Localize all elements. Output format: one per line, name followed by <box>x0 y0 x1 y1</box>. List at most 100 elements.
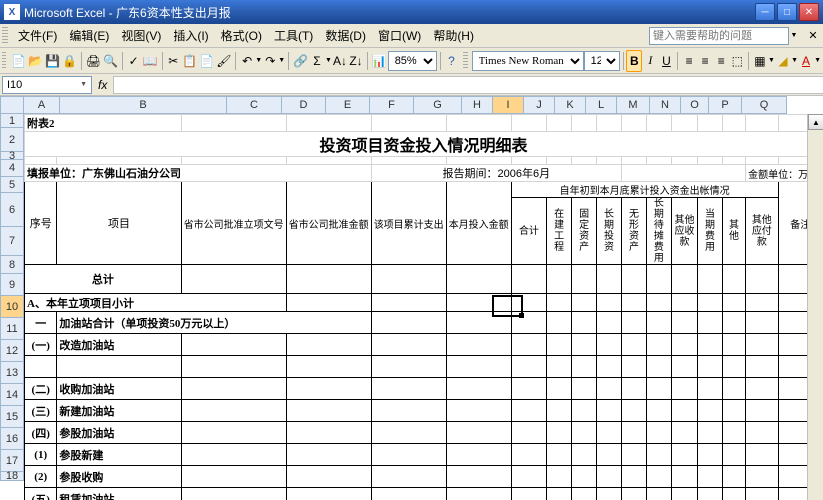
row-header-3[interactable]: 3 <box>0 152 24 160</box>
cut-icon[interactable]: ✂ <box>165 50 181 72</box>
menu-help[interactable]: 帮助(H) <box>427 25 480 46</box>
chart-icon[interactable]: 📊 <box>371 50 388 72</box>
permission-icon[interactable]: 🔒 <box>61 50 78 72</box>
col-header-A[interactable]: A <box>24 96 60 114</box>
col-header-K[interactable]: K <box>555 96 586 114</box>
menu-tools[interactable]: 工具(T) <box>268 25 319 46</box>
menu-edit[interactable]: 编辑(E) <box>63 25 115 46</box>
col-header-J[interactable]: J <box>524 96 555 114</box>
fill-color-icon[interactable]: ◢ <box>775 50 791 72</box>
row-header-9[interactable]: 9 <box>0 274 24 296</box>
col-header-Q[interactable]: Q <box>742 96 787 114</box>
row-header-7[interactable]: 7 <box>0 227 24 256</box>
font-select[interactable]: Times New Roman <box>472 51 584 71</box>
row-header-6[interactable]: 6 <box>0 193 24 227</box>
save-icon[interactable]: 💾 <box>44 50 61 72</box>
col-header-E[interactable]: E <box>326 96 370 114</box>
new-icon[interactable]: 📄 <box>10 50 27 72</box>
help-dropdown-icon[interactable]: ▼ <box>789 25 799 47</box>
font-color-icon[interactable]: A <box>798 50 814 72</box>
col-header-I[interactable]: I <box>493 96 524 114</box>
col-header-O[interactable]: O <box>681 96 709 114</box>
maximize-button[interactable]: □ <box>777 3 797 21</box>
autosum-dropdown[interactable]: ▼ <box>325 50 332 72</box>
font-size-select[interactable]: 12 <box>584 51 620 71</box>
undo-dropdown[interactable]: ▼ <box>255 50 262 72</box>
row-header-16[interactable]: 16 <box>0 428 24 450</box>
row-header-18[interactable]: 18 <box>0 472 24 481</box>
row-header-11[interactable]: 11 <box>0 318 24 340</box>
row-header-1[interactable]: 1 <box>0 114 24 128</box>
grip-icon <box>2 52 6 70</box>
font-color-dropdown[interactable]: ▼ <box>814 50 821 72</box>
row-header-2[interactable]: 2 <box>0 128 24 152</box>
fill-dropdown[interactable]: ▼ <box>791 50 798 72</box>
name-box[interactable]: I10 ▼ <box>2 76 92 94</box>
redo-dropdown[interactable]: ▼ <box>278 50 285 72</box>
autosum-icon[interactable]: Σ <box>309 50 325 72</box>
borders-icon[interactable]: ▦ <box>752 50 768 72</box>
underline-button[interactable]: U <box>658 50 674 72</box>
minimize-button[interactable]: ─ <box>755 3 775 21</box>
grid-body[interactable]: 附表2投资项目资金投入情况明细表填报单位：广东佛山石油分公司报告期间：2006年… <box>24 114 823 500</box>
zoom-select[interactable]: 85% <box>388 51 437 71</box>
menu-window[interactable]: 窗口(W) <box>372 25 427 46</box>
copy-icon[interactable]: 📋 <box>181 50 198 72</box>
scroll-up-icon[interactable]: ▲ <box>808 114 823 130</box>
row-header-4[interactable]: 4 <box>0 160 24 177</box>
menu-file[interactable]: 文件(F) <box>12 25 63 46</box>
col-header-D[interactable]: D <box>282 96 326 114</box>
undo-icon[interactable]: ↶ <box>239 50 255 72</box>
open-icon[interactable]: 📂 <box>27 50 44 72</box>
align-right-icon[interactable]: ≡ <box>713 50 729 72</box>
row-header-8[interactable]: 8 <box>0 256 24 274</box>
help-search: ▼ ✕ <box>649 25 821 47</box>
borders-dropdown[interactable]: ▼ <box>768 50 775 72</box>
formula-input[interactable] <box>113 76 823 94</box>
row-header-5[interactable]: 5 <box>0 177 24 193</box>
merge-icon[interactable]: ⬚ <box>729 50 745 72</box>
print-icon[interactable]: 🖨 <box>85 50 102 72</box>
row-header-13[interactable]: 13 <box>0 362 24 384</box>
col-header-H[interactable]: H <box>462 96 493 114</box>
col-header-B[interactable]: B <box>60 96 227 114</box>
col-header-M[interactable]: M <box>617 96 650 114</box>
row-header-15[interactable]: 15 <box>0 406 24 428</box>
sort-asc-icon[interactable]: A↓ <box>332 50 348 72</box>
preview-icon[interactable]: 🔍 <box>102 50 119 72</box>
align-center-icon[interactable]: ≡ <box>697 50 713 72</box>
sort-desc-icon[interactable]: Z↓ <box>348 50 364 72</box>
bold-button[interactable]: B <box>626 50 642 72</box>
grip-icon <box>463 52 467 70</box>
select-all-corner[interactable] <box>0 96 24 114</box>
col-header-C[interactable]: C <box>227 96 282 114</box>
menu-insert[interactable]: 插入(I) <box>167 25 214 46</box>
row-header-10[interactable]: 10 <box>0 296 24 318</box>
align-left-icon[interactable]: ≡ <box>681 50 697 72</box>
help-input[interactable] <box>649 27 789 45</box>
col-header-L[interactable]: L <box>586 96 617 114</box>
row-header-12[interactable]: 12 <box>0 340 24 362</box>
col-header-N[interactable]: N <box>650 96 681 114</box>
paste-icon[interactable]: 📄 <box>198 50 215 72</box>
help-icon[interactable]: ? <box>443 50 459 72</box>
menu-data[interactable]: 数据(D) <box>319 25 372 46</box>
close-button[interactable]: ✕ <box>799 3 819 21</box>
menu-view[interactable]: 视图(V) <box>115 25 167 46</box>
row-header-17[interactable]: 17 <box>0 450 24 472</box>
col-header-P[interactable]: P <box>709 96 742 114</box>
spelling-icon[interactable]: ✓ <box>126 50 142 72</box>
format-painter-icon[interactable]: 🖌 <box>215 50 232 72</box>
col-header-F[interactable]: F <box>370 96 414 114</box>
research-icon[interactable]: 📖 <box>142 50 159 72</box>
redo-icon[interactable]: ↷ <box>262 50 278 72</box>
italic-button[interactable]: I <box>642 50 658 72</box>
hyperlink-icon[interactable]: 🔗 <box>292 50 309 72</box>
chevron-down-icon[interactable]: ▼ <box>80 81 87 88</box>
fx-icon[interactable]: fx <box>98 78 107 92</box>
menu-format[interactable]: 格式(O) <box>215 25 268 46</box>
row-header-14[interactable]: 14 <box>0 384 24 406</box>
vertical-scrollbar[interactable]: ▲ <box>807 114 823 500</box>
close-document-button[interactable]: ✕ <box>805 28 821 44</box>
col-header-G[interactable]: G <box>414 96 462 114</box>
